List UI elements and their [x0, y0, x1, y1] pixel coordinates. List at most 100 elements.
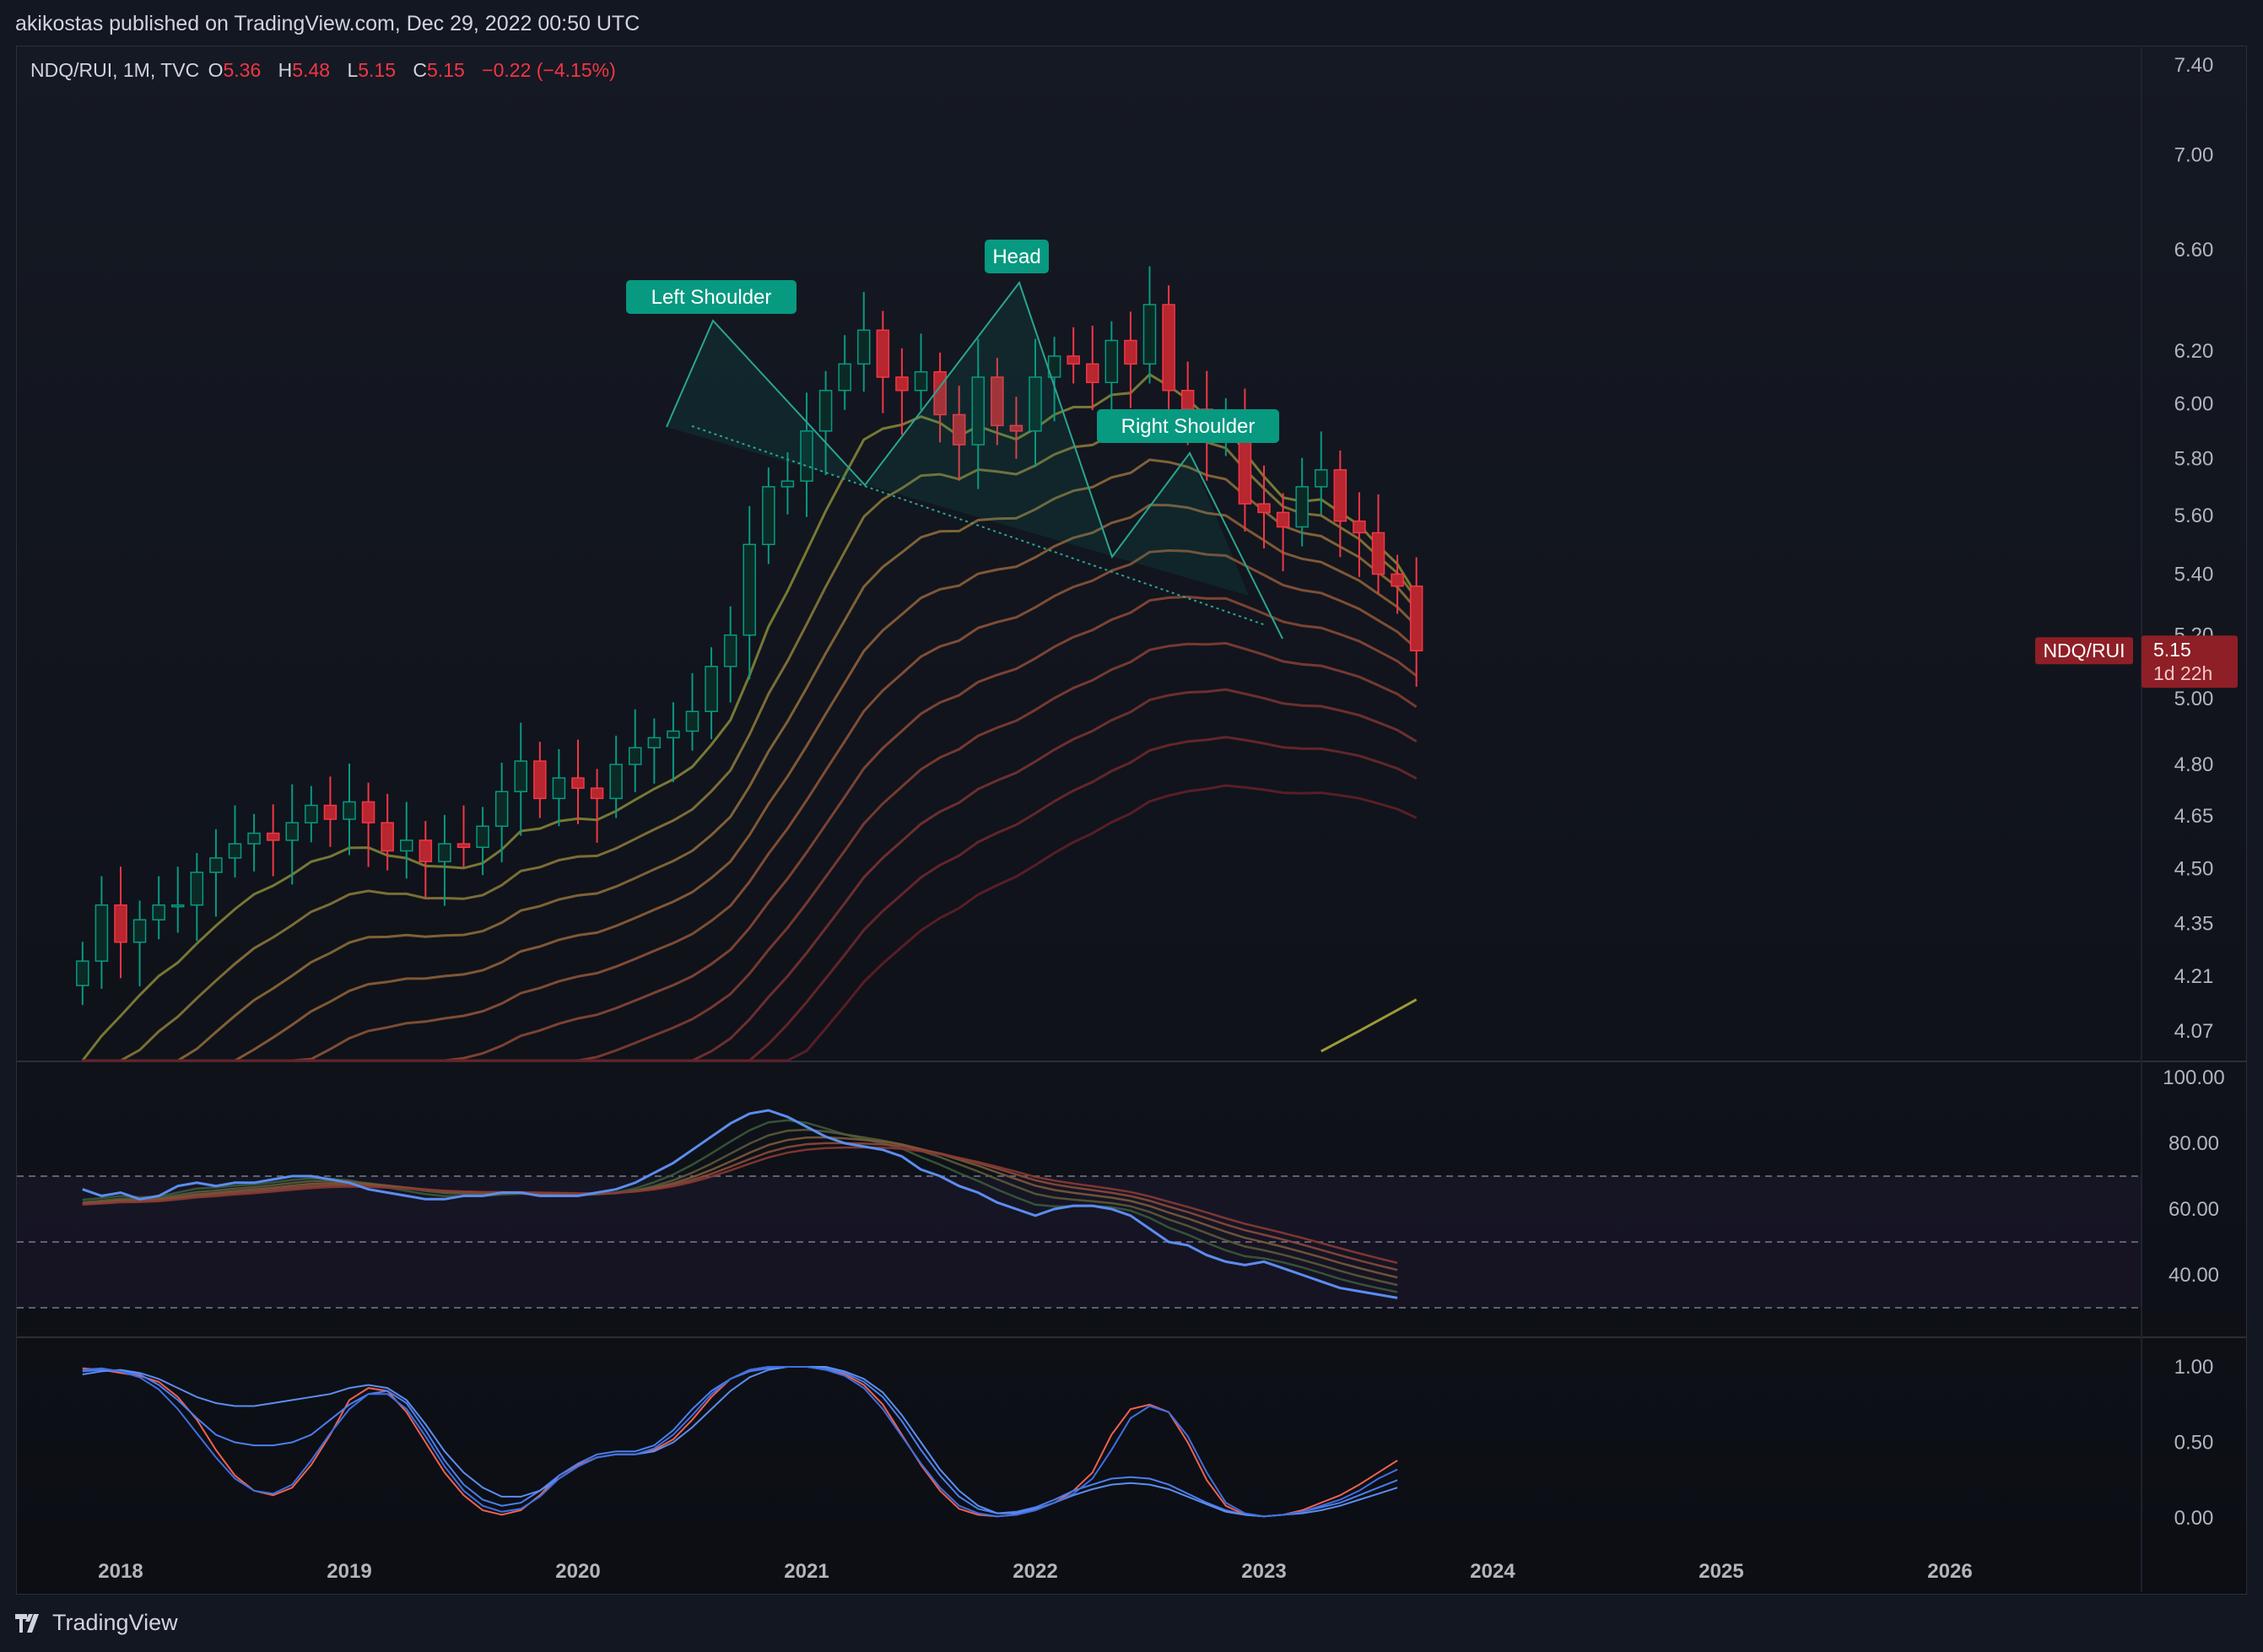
legend-close: 5.15: [427, 59, 465, 81]
candle-body: [628, 747, 642, 765]
stoch-line: [82, 1366, 1398, 1518]
candle-body: [361, 801, 375, 823]
candle-body: [419, 839, 433, 862]
candle-body: [438, 843, 451, 862]
time-tick-label: 2018: [98, 1560, 143, 1583]
candle-body: [285, 822, 300, 841]
rsi-tick-label: 60.00: [2168, 1198, 2219, 1221]
price-tag-countdown: 1d 22h: [2153, 662, 2212, 684]
candle-body: [209, 857, 223, 873]
time-tick-label: 2021: [784, 1560, 829, 1583]
ma-ribbon-line: [82, 641, 1418, 1062]
candle-body: [494, 791, 509, 827]
candle-body: [399, 839, 413, 852]
candle-body: [476, 825, 489, 849]
candle-body: [1314, 469, 1328, 488]
price-tick-label: 4.80: [2174, 753, 2214, 776]
candle-body: [1104, 339, 1119, 384]
stoch-tick-label: 1.00: [2174, 1356, 2214, 1379]
legend-high: 5.48: [292, 59, 331, 81]
candle-body: [266, 832, 280, 841]
rsi-tick-label: 40.00: [2168, 1264, 2219, 1287]
chart-canvas[interactable]: Left Shoulder Head Right Shoulder 7.40 7.00…: [0, 0, 2263, 1652]
candle-body: [609, 764, 623, 800]
candle-body: [818, 390, 833, 432]
legend-open-label: O: [208, 59, 224, 81]
label-head: Head: [992, 246, 1040, 268]
label-right-shoulder: Right Shoulder: [1121, 415, 1256, 438]
candle-body: [343, 801, 356, 820]
candle-body: [1276, 511, 1290, 528]
candle-body: [647, 737, 662, 748]
ma-200-line: [1320, 998, 1418, 1053]
rsi-tick-label: 80.00: [2168, 1132, 2219, 1155]
time-tick-label: 2020: [555, 1560, 600, 1583]
candle-body: [1353, 520, 1366, 534]
price-tick-label: 6.00: [2174, 393, 2214, 416]
legend-low: 5.15: [358, 59, 396, 81]
candle-body: [1085, 363, 1099, 384]
candle-body: [76, 960, 89, 986]
time-tick-label: 2025: [1699, 1560, 1743, 1583]
brand-name: TradingView: [52, 1610, 178, 1635]
ma-ribbon-line: [82, 688, 1418, 1062]
candle-body: [114, 904, 127, 943]
candle-body: [667, 730, 680, 739]
price-tick-label: 4.50: [2174, 858, 2214, 881]
candle-body: [1142, 304, 1157, 365]
candle-body: [323, 804, 338, 820]
candle-body: [590, 787, 604, 800]
stoch-line: [82, 1366, 1398, 1518]
stoch-line: [82, 1366, 1398, 1518]
candle-body: [705, 666, 718, 712]
stoch-line: [82, 1366, 1398, 1518]
legend-high-label: H: [278, 59, 293, 81]
candle-body: [456, 843, 471, 849]
price-tick-label: 5.80: [2174, 448, 2214, 471]
time-tick-label: 2019: [327, 1560, 371, 1583]
price-tick-label: 4.65: [2174, 805, 2214, 828]
candle-body: [152, 904, 165, 920]
candle-body: [1257, 503, 1271, 514]
rsi-tick-label: 100.00: [2163, 1066, 2224, 1089]
legend-low-label: L: [347, 59, 359, 81]
tradingview-logo-icon: [15, 1613, 39, 1633]
candle-body: [1067, 355, 1080, 365]
candle-body: [533, 760, 547, 800]
candle-body: [1409, 585, 1423, 651]
legend-close-label: C: [413, 59, 428, 81]
candle-body: [876, 329, 890, 378]
price-tag-value: 5.15: [2153, 639, 2191, 661]
price-tick-label: 6.60: [2174, 239, 2214, 262]
label-left-shoulder: Left Shoulder: [651, 286, 772, 309]
price-tick-label: 4.21: [2174, 965, 2214, 988]
candle-body: [1333, 469, 1348, 522]
price-tick-label: 4.35: [2174, 913, 2214, 936]
candle-body: [685, 710, 699, 732]
candle-body: [247, 832, 261, 845]
candle-body: [723, 634, 737, 667]
legend-change: −0.22 (−4.15%): [482, 59, 616, 81]
candle-body: [514, 760, 528, 792]
time-tick-label: 2026: [1927, 1560, 1972, 1583]
price-tick-label: 5.40: [2174, 563, 2214, 586]
price-tick-label: 7.40: [2174, 54, 2214, 77]
symbol-legend: NDQ/RUI, 1M, TVC O5.36 H5.48 L5.15 C5.15…: [30, 59, 628, 82]
stoch-tick-label: 0.00: [2174, 1507, 2214, 1530]
candle-body: [1180, 390, 1195, 410]
time-tick-label: 2024: [1470, 1560, 1515, 1583]
candle-body: [780, 480, 795, 488]
symbol-tag: NDQ/RUI: [2043, 640, 2125, 661]
stoch-tick-label: 0.50: [2174, 1432, 2214, 1455]
candle-body: [190, 872, 204, 906]
candle-body: [305, 804, 318, 823]
price-tick-label: 6.20: [2174, 340, 2214, 363]
brand-footer[interactable]: TradingView: [15, 1610, 178, 1636]
candle-body: [381, 822, 394, 852]
legend-symbol: NDQ/RUI, 1M, TVC: [30, 59, 200, 81]
candle-body: [228, 843, 242, 859]
candle-body: [895, 376, 909, 391]
candle-body: [743, 543, 757, 636]
candle-body: [170, 904, 185, 908]
candle-body: [1391, 573, 1404, 587]
